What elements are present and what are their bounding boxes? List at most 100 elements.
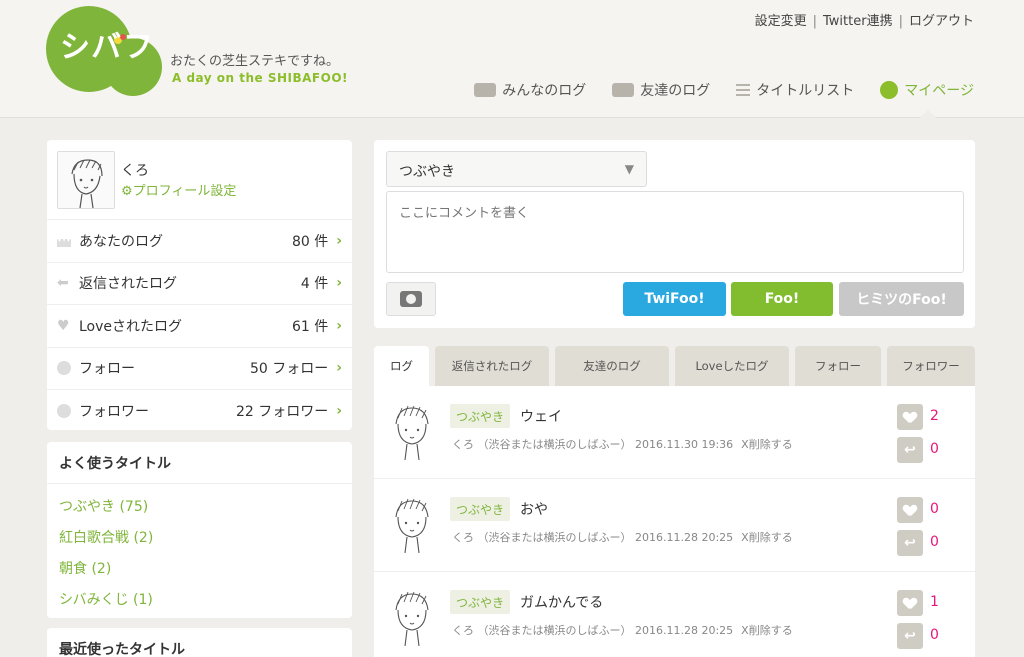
avatar[interactable]	[388, 402, 436, 461]
tab-follow[interactable]: フォロー	[795, 346, 881, 386]
log-author-date: くろ （渋谷または横浜のしばふー） 2016.11.28 20:25	[452, 624, 734, 637]
log-text: ウェイ	[520, 409, 562, 425]
title-select[interactable]: つぶやき ▼	[386, 151, 647, 187]
log-entry: つぶやき おや くろ （渋谷または横浜のしばふー） 2016.11.28 20:…	[374, 479, 975, 572]
love-button[interactable]	[897, 404, 923, 430]
camera-icon	[400, 291, 422, 307]
chat-bubbles-icon	[474, 83, 497, 97]
stat-loved-logs[interactable]: ♥ Loveされたログ 61 件 ›	[47, 305, 352, 348]
avatar-drawing	[395, 498, 429, 554]
grass-icon	[57, 235, 71, 248]
log-entry: つぶやき ウェイ くろ （渋谷または横浜のしばふー） 2016.11.30 19…	[374, 386, 975, 479]
log-text: おや	[520, 502, 548, 518]
tab-friends-logs[interactable]: 友達のログ	[555, 346, 669, 386]
site-header: シバフ おたくの芝生ステキですね。 A day on the SHIBAFOO!…	[0, 0, 1024, 118]
account-links: 設定変更 | Twitter連携 | ログアウト	[755, 10, 974, 29]
reply-button[interactable]: ↩	[897, 530, 923, 556]
heart-icon	[904, 598, 916, 609]
main-nav: みんなのログ 友達のログ タイトルリスト マイページ	[474, 80, 974, 100]
comment-input[interactable]	[386, 191, 964, 273]
settings-link[interactable]: 設定変更	[755, 14, 807, 29]
stat-following[interactable]: フォロー 50 フォロー ›	[47, 348, 352, 390]
avatar[interactable]	[57, 151, 115, 209]
stat-value: 22 フォロワー	[235, 404, 329, 421]
logout-link[interactable]: ログアウト	[909, 14, 974, 29]
title-link[interactable]: つぶやき (75)	[59, 492, 340, 523]
reply-icon: ↩	[904, 535, 916, 551]
stat-your-logs[interactable]: あなたのログ 80 件 ›	[47, 220, 352, 263]
gear-icon: ⚙	[121, 184, 133, 199]
card-heading: よく使うタイトル	[47, 442, 352, 484]
separator: |	[898, 14, 903, 29]
love-button[interactable]	[897, 590, 923, 616]
delete-link[interactable]: X削除する	[741, 624, 793, 637]
nav-label: 友達のログ	[640, 83, 711, 99]
nav-everyone-logs[interactable]: みんなのログ	[474, 80, 586, 100]
profile-settings-label: プロフィール設定	[132, 184, 237, 199]
log-feed: ログ 返信されたログ 友達のログ Loveしたログ フォロー フォロワー つぶや…	[374, 346, 975, 657]
reply-count: 0	[930, 627, 939, 643]
twifoo-button[interactable]: TwiFoo!	[623, 282, 726, 316]
logo-text: シバフ	[60, 30, 156, 65]
feed-tabs: ログ 返信されたログ 友達のログ Loveしたログ フォロー フォロワー	[374, 346, 975, 386]
stat-label: 返信されたログ	[79, 276, 177, 293]
separator: |	[812, 14, 818, 29]
stat-value: 80 件	[291, 233, 329, 250]
nav-label: タイトルリスト	[756, 83, 855, 99]
delete-link[interactable]: X削除する	[741, 531, 793, 544]
reply-button[interactable]: ↩	[897, 437, 923, 463]
photo-upload-button[interactable]	[386, 282, 436, 316]
tagline: おたくの芝生ステキですね。	[170, 54, 340, 69]
chevron-right-icon: ›	[336, 232, 342, 249]
heart-icon	[904, 505, 916, 516]
log-meta: くろ （渋谷または横浜のしばふー） 2016.11.28 20:25 X削除する	[452, 529, 793, 545]
chevron-right-icon: ›	[336, 360, 342, 377]
chevron-down-icon: ▼	[624, 162, 634, 176]
title-link[interactable]: 紅白歌合戦 (2)	[59, 523, 340, 554]
stat-label: フォロワー	[79, 404, 149, 421]
stat-label: あなたのログ	[79, 233, 163, 250]
log-meta: くろ （渋谷または横浜のしばふー） 2016.11.30 19:36 X削除する	[452, 436, 793, 452]
avatar[interactable]	[388, 495, 436, 554]
love-count: 0	[930, 501, 939, 517]
reply-button[interactable]: ↩	[897, 623, 923, 649]
nav-friends-logs[interactable]: 友達のログ	[612, 80, 710, 100]
nav-label: マイページ	[904, 83, 974, 99]
chevron-right-icon: ›	[336, 275, 342, 292]
secret-foo-button[interactable]: ヒミツのFoo!	[839, 282, 964, 316]
stat-value: 4 件	[300, 276, 329, 293]
title-tag[interactable]: つぶやき	[450, 590, 511, 614]
tab-loved-logs[interactable]: Loveしたログ	[675, 346, 789, 386]
nav-label: みんなのログ	[502, 83, 587, 99]
tab-followers[interactable]: フォロワー	[887, 346, 975, 386]
stat-value: 50 フォロー	[249, 361, 329, 378]
card-heading: 最近使ったタイトル	[59, 642, 185, 657]
twitter-link[interactable]: Twitter連携	[823, 14, 893, 29]
reply-icon: ↩	[904, 442, 916, 458]
delete-link[interactable]: X削除する	[741, 438, 793, 451]
title-tag[interactable]: つぶやき	[450, 497, 511, 521]
face-icon	[880, 81, 899, 99]
tab-logs[interactable]: ログ	[374, 346, 429, 386]
stat-followers[interactable]: フォロワー 22 フォロワー ›	[47, 390, 352, 433]
nav-my-page[interactable]: マイページ	[880, 80, 974, 100]
foo-button[interactable]: Foo!	[731, 282, 833, 316]
heart-icon: ♥	[57, 317, 70, 334]
chevron-right-icon: ›	[336, 317, 342, 334]
chevron-right-icon: ›	[336, 403, 342, 420]
favorite-titles-card: よく使うタイトル つぶやき (75) 紅白歌合戦 (2) 朝食 (2) シバみく…	[47, 442, 352, 618]
title-link[interactable]: シバみくじ (1)	[59, 585, 340, 616]
tab-replied-logs[interactable]: 返信されたログ	[435, 346, 549, 386]
stat-label: Loveされたログ	[79, 318, 183, 335]
nav-title-list[interactable]: タイトルリスト	[736, 80, 854, 100]
profile-settings-link[interactable]: ⚙プロフィール設定	[121, 180, 236, 199]
title-link[interactable]: 朝食 (2)	[59, 554, 340, 585]
profile-card: くろ ⚙プロフィール設定 あなたのログ 80 件 › ⬅ 返信されたログ 4 件…	[47, 140, 352, 430]
stat-replied-logs[interactable]: ⬅ 返信されたログ 4 件 ›	[47, 263, 352, 305]
love-button[interactable]	[897, 497, 923, 523]
avatar[interactable]	[388, 588, 436, 647]
love-count: 1	[930, 594, 939, 610]
log-author-date: くろ （渋谷または横浜のしばふー） 2016.11.30 19:36	[452, 438, 734, 451]
title-tag[interactable]: つぶやき	[450, 404, 511, 428]
username: くろ	[121, 163, 149, 179]
